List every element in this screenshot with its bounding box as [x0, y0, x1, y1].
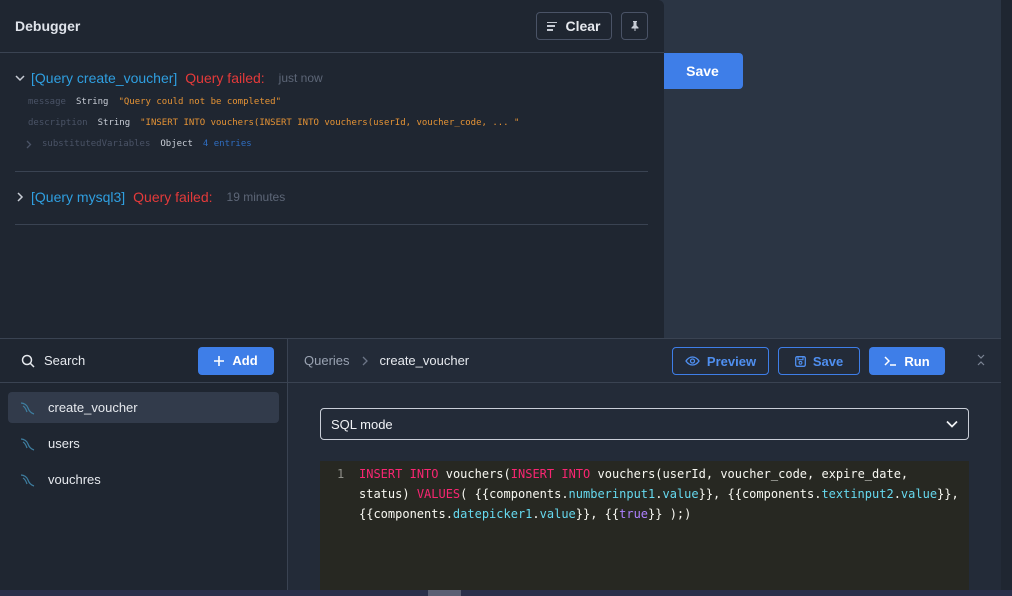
- entry-query-name: [Query mysql3]: [31, 189, 126, 205]
- chevron-right-icon[interactable]: [15, 192, 25, 202]
- eye-icon: [685, 356, 700, 366]
- mysql-icon: [20, 401, 35, 415]
- right-scrollbar[interactable]: [1001, 0, 1012, 590]
- entry-status: Query failed:: [185, 70, 265, 86]
- chevron-right-icon: [362, 356, 368, 365]
- code-line: INSERT INTO vouchers(INSERT INTO voucher…: [359, 467, 959, 521]
- debugger-header: Debugger Clear: [0, 0, 664, 53]
- query-item-label: users: [48, 436, 80, 451]
- query-item-create-voucher[interactable]: create_voucher: [8, 392, 279, 423]
- add-button-label: Add: [232, 353, 258, 368]
- mysql-icon: [20, 437, 35, 451]
- clear-list-icon: [547, 21, 558, 31]
- canvas-save-button[interactable]: Save: [654, 53, 743, 89]
- query-item-vouchres[interactable]: vouchres: [8, 464, 279, 495]
- entry-field-substituted-variables[interactable]: substitutedVariables Object 4 entries: [26, 139, 252, 149]
- entry-divider: [15, 171, 648, 172]
- sql-code-editor[interactable]: 1 INSERT INTO vouchers(INSERT INTO vouch…: [320, 461, 969, 591]
- preview-button[interactable]: Preview: [672, 347, 769, 375]
- clear-button-label: Clear: [565, 18, 601, 34]
- query-item-label: create_voucher: [48, 400, 138, 415]
- floppy-icon: [794, 355, 806, 367]
- entry-field-message: message String "Query could not be compl…: [28, 97, 282, 107]
- query-item-users[interactable]: users: [8, 428, 279, 459]
- entry-query-name: [Query create_voucher]: [31, 70, 178, 86]
- run-button[interactable]: Run: [869, 347, 945, 375]
- breadcrumb: Queries create_voucher: [304, 353, 469, 368]
- debugger-entry[interactable]: [Query create_voucher] Query failed: jus…: [15, 70, 648, 86]
- entry-status: Query failed:: [133, 189, 213, 205]
- debugger-entry[interactable]: [Query mysql3] Query failed: 19 minutes: [15, 189, 648, 205]
- entry-field-description: description String "INSERT INTO vouchers…: [28, 118, 520, 128]
- sidebar-header: Search Add: [0, 339, 287, 383]
- scrollbar-thumb[interactable]: [428, 590, 461, 596]
- query-item-label: vouchres: [48, 472, 101, 487]
- search-input[interactable]: Search: [21, 353, 85, 368]
- chevron-down-icon[interactable]: [15, 73, 25, 83]
- editor-header: Queries create_voucher Preview Save Run: [288, 339, 1001, 383]
- sql-mode-value: SQL mode: [331, 416, 393, 432]
- mysql-icon: [20, 473, 35, 487]
- search-icon: [21, 354, 35, 368]
- horizontal-scrollbar[interactable]: [0, 590, 1012, 596]
- preview-button-label: Preview: [706, 353, 757, 369]
- query-sidebar: Search Add create_voucher users vouchres: [0, 338, 288, 590]
- breadcrumb-current: create_voucher: [379, 353, 470, 368]
- save-query-button[interactable]: Save: [778, 347, 860, 375]
- entry-time: just now: [278, 71, 323, 85]
- debugger-panel: Debugger Clear [Query create_voucher] Qu…: [0, 0, 664, 338]
- run-button-label: Run: [904, 353, 930, 369]
- debugger-title: Debugger: [15, 18, 81, 34]
- query-list: create_voucher users vouchres: [0, 383, 287, 509]
- terminal-icon: [884, 356, 897, 366]
- add-query-button[interactable]: Add: [198, 346, 274, 375]
- sql-mode-select[interactable]: SQL mode: [320, 408, 969, 440]
- entry-time: 19 minutes: [226, 190, 286, 204]
- chevron-right-icon[interactable]: [26, 140, 32, 149]
- chevron-down-icon: [946, 420, 958, 428]
- breadcrumb-root[interactable]: Queries: [304, 353, 350, 368]
- entry-divider: [15, 224, 648, 225]
- clear-button[interactable]: Clear: [536, 12, 612, 40]
- search-label: Search: [44, 353, 86, 368]
- plus-icon: [214, 355, 225, 366]
- pin-icon: [631, 21, 638, 31]
- query-editor: Queries create_voucher Preview Save Run …: [288, 338, 1001, 591]
- pin-button[interactable]: [621, 12, 648, 40]
- collapse-icon[interactable]: [977, 354, 985, 366]
- save-button-label: Save: [812, 353, 844, 369]
- line-number: 1: [337, 467, 345, 481]
